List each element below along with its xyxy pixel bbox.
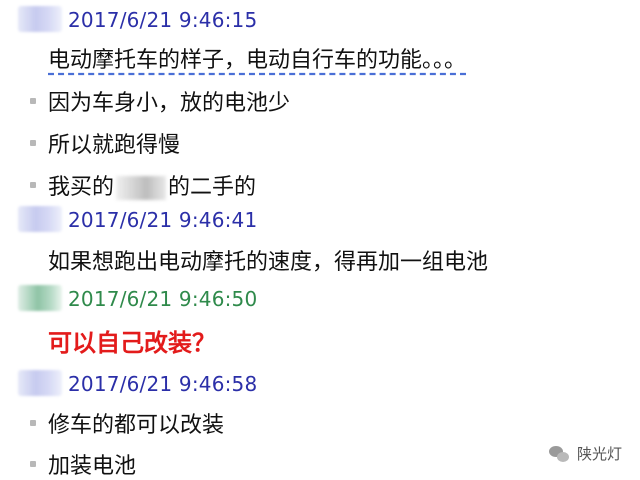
message-line: 我买的 的二手的 [30,169,256,201]
avatar[interactable] [18,285,62,311]
timestamp: 2017/6/21 9:46:41 [68,208,258,232]
watermark-text: 陕光灯 [576,445,622,463]
bullet-icon [30,420,36,426]
message-text: 所以就跑得慢 [48,133,181,158]
message-line: 所以就跑得慢 [30,127,180,159]
message-text: 加装电池 [48,454,137,479]
message-text-emphasis: 可以自己改装？ [48,329,216,357]
message-header: 2017/6/21 9:46:15 [0,4,640,38]
timestamp: 2017/6/21 9:46:58 [68,372,258,396]
bullet-icon [30,182,36,188]
wechat-icon [548,445,571,463]
message-line: 可以自己改装？ [30,323,216,358]
message-line: 如果想跑出电动摩托的速度，得再加一组电池 [30,244,488,276]
message-line: 电动摩托车的样子，电动自行车的功能。。。 [30,42,466,74]
bullet-icon [30,140,36,146]
timestamp: 2017/6/21 9:46:50 [68,287,258,311]
message-line: 修车的都可以改装 [30,407,224,439]
message-line: 加装电池 [30,448,136,480]
message-header: 2017/6/21 9:46:50 [0,283,640,317]
avatar[interactable] [18,206,62,232]
message-text: 修车的都可以改装 [48,413,225,438]
message-line: 因为车身小，放的电池少 [30,85,290,117]
message-header: 2017/6/21 9:46:58 [0,368,640,402]
bullet-icon [30,461,36,467]
message-text: 的二手的 [168,175,257,200]
message-text: 电动摩托车的样子，电动自行车的功能。。。 [48,48,467,73]
avatar[interactable] [18,6,62,32]
message-header: 2017/6/21 9:46:41 [0,204,640,238]
message-text: 如果想跑出电动摩托的速度，得再加一组电池 [48,250,489,275]
watermark: 陕光灯 [548,443,622,464]
message-text: 我买的 [48,175,115,200]
timestamp: 2017/6/21 9:46:15 [68,8,258,32]
avatar[interactable] [18,370,62,396]
bullet-icon [30,98,36,104]
redacted-blur [116,176,167,200]
message-text: 因为车身小，放的电池少 [48,91,291,116]
